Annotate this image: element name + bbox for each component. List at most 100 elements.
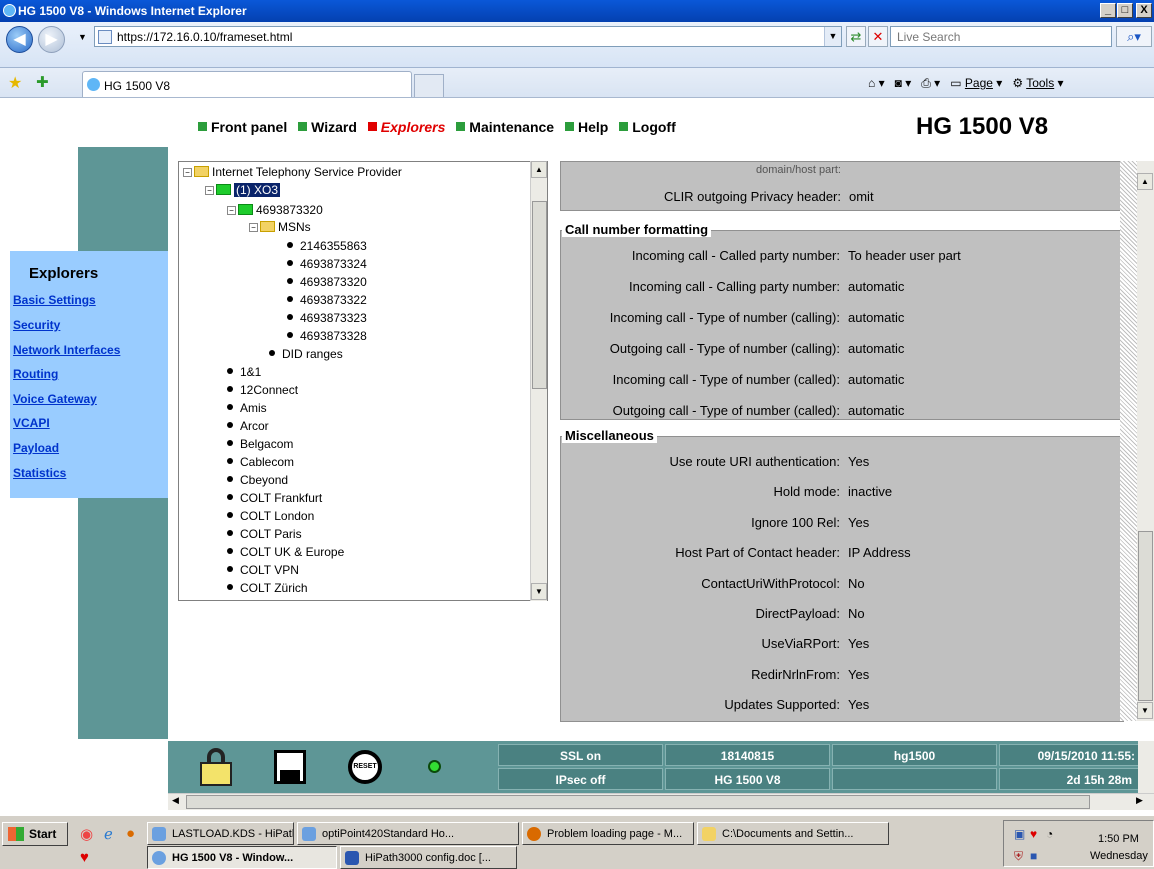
tree-node-provider-item[interactable]: 12Connect xyxy=(227,383,298,397)
tray-volume-icon[interactable]: ◔ xyxy=(1046,827,1053,841)
page-menu[interactable]: ▭ Page ▾ xyxy=(950,76,1002,90)
favorites-star-icon[interactable]: ★ xyxy=(8,73,22,93)
search-input[interactable]: Live Search xyxy=(890,26,1112,47)
tray-network-icon[interactable]: ▣ xyxy=(1014,827,1025,841)
sidebar-link-vcapi[interactable]: VCAPI xyxy=(13,416,50,430)
print-icon[interactable]: ⎙ ▾ xyxy=(921,76,940,90)
tree-node-provider-item[interactable]: Cbeyond xyxy=(227,473,288,487)
tree-node-number[interactable]: −4693873320 xyxy=(227,203,323,217)
tree-node-provider-item[interactable]: 1&1 xyxy=(227,365,261,379)
scroll-up-icon[interactable]: ▲ xyxy=(531,161,547,178)
tree-node-provider-item[interactable]: COLT Zürich xyxy=(227,581,308,595)
minimize-button[interactable]: _ xyxy=(1100,3,1116,18)
taskbar-item-lastload[interactable]: LASTLOAD.KDS - HiPath ... xyxy=(147,822,294,845)
sidebar-link-statistics[interactable]: Statistics xyxy=(13,466,66,480)
scroll-thumb[interactable] xyxy=(532,201,547,389)
taskbar-item-firefox[interactable]: Problem loading page - M... xyxy=(522,822,694,845)
tree-node-msn[interactable]: 4693873328 xyxy=(287,329,367,343)
close-button[interactable]: X xyxy=(1136,3,1152,18)
scroll-down-icon[interactable]: ▼ xyxy=(1137,702,1153,719)
tree-node-msn[interactable]: 4693873322 xyxy=(287,293,367,307)
save-icon[interactable] xyxy=(274,748,306,786)
clir-value: omit xyxy=(849,189,874,204)
taskbar-item-word[interactable]: HiPath3000 config.doc [... xyxy=(340,846,517,869)
ie-quicklaunch-icon[interactable]: ℯ xyxy=(104,825,113,843)
system-tray: ▣ ♥ ◔ ⛨ ■ 1:50 PM Wednesday xyxy=(1003,820,1154,867)
sidebar-link-voice-gateway[interactable]: Voice Gateway xyxy=(13,392,97,406)
tree-node-root[interactable]: − Internet Telephony Service Provider xyxy=(183,165,402,179)
menu-wizard[interactable]: Wizard xyxy=(298,119,357,135)
tree-node-provider[interactable]: − (1) XO3 xyxy=(205,183,281,197)
tools-menu[interactable]: ⚙ Tools ▾ xyxy=(1012,76,1063,90)
taskbar-item-optipoint[interactable]: optiPoint420Standard Ho... xyxy=(297,822,519,845)
taskbar: Start ◉ ℯ ● ♥ LASTLOAD.KDS - HiPath ... … xyxy=(0,815,1154,869)
status-scrollbar[interactable] xyxy=(1138,741,1154,793)
sidebar-link-payload[interactable]: Payload xyxy=(13,441,59,455)
misc-row-value: Yes xyxy=(848,666,870,682)
details-scrollbar[interactable]: ▲ ▼ xyxy=(1137,161,1154,721)
tree-node-provider-item[interactable]: Belgacom xyxy=(227,437,293,451)
menu-front-panel[interactable]: Front panel xyxy=(198,119,287,135)
serial-number: 18140815 xyxy=(665,744,830,766)
maximize-button[interactable]: □ xyxy=(1117,3,1133,18)
new-tab-button[interactable] xyxy=(414,74,444,97)
tree-node-msn[interactable]: 2146355863 xyxy=(287,239,367,253)
menu-maintenance[interactable]: Maintenance xyxy=(456,119,554,135)
start-button[interactable]: Start xyxy=(2,822,68,846)
tree-node-msns[interactable]: − MSNs xyxy=(249,220,311,234)
lock-icon[interactable] xyxy=(200,748,232,786)
firefox-quicklaunch-icon[interactable]: ● xyxy=(126,825,135,842)
menu-logoff[interactable]: Logoff xyxy=(619,119,676,135)
tree-node-provider-item[interactable]: Arcor xyxy=(227,419,269,433)
app-quicklaunch-icon[interactable]: ♥ xyxy=(80,849,89,866)
sidebar-link-security[interactable]: Security xyxy=(13,318,60,332)
stop-button[interactable]: ✕ xyxy=(868,26,888,47)
call-number-row-label: Outgoing call - Type of number (calling)… xyxy=(609,341,840,356)
tree-node-provider-item[interactable]: COLT Paris xyxy=(227,527,302,541)
feeds-icon[interactable]: ◙ ▾ xyxy=(895,76,912,90)
scroll-thumb xyxy=(186,795,1090,809)
sidebar-link-basic-settings[interactable]: Basic Settings xyxy=(13,293,96,307)
menu-help[interactable]: Help xyxy=(564,119,608,135)
refresh-button[interactable]: ⇄ xyxy=(846,26,866,47)
tree-node-did-ranges[interactable]: DID ranges xyxy=(269,347,343,361)
tray-monitor-icon[interactable]: ■ xyxy=(1030,849,1037,863)
tray-app-icon[interactable]: ♥ xyxy=(1030,827,1037,841)
add-favorites-icon[interactable]: ✚ xyxy=(36,73,49,91)
tab-hg1500[interactable]: HG 1500 V8 xyxy=(82,71,412,97)
tree-scrollbar[interactable]: ▲ ▼ xyxy=(530,161,547,601)
scroll-up-icon[interactable]: ▲ xyxy=(1137,173,1153,190)
back-button[interactable]: ◀ xyxy=(6,26,33,53)
history-dropdown-icon[interactable]: ▼ xyxy=(78,32,87,42)
home-icon[interactable]: ⌂ ▾ xyxy=(868,76,885,90)
folder-green-icon xyxy=(216,184,231,195)
tree-node-provider-item[interactable]: COLT UK & Europe xyxy=(227,545,344,559)
tab-label: HG 1500 V8 xyxy=(104,79,171,93)
address-dropdown-icon[interactable]: ▼ xyxy=(824,27,841,46)
tree-node-msn[interactable]: 4693873324 xyxy=(287,257,367,271)
tree-node-provider-item[interactable]: COLT Frankfurt xyxy=(227,491,322,505)
search-button[interactable]: ⌕▾ xyxy=(1116,26,1152,47)
misc-row-value: IP Address xyxy=(848,545,911,561)
tree-node-msn[interactable]: 4693873323 xyxy=(287,311,367,325)
tree-node-msn[interactable]: 4693873320 xyxy=(287,275,367,289)
taskbar-item-explorer[interactable]: C:\Documents and Settin... xyxy=(697,822,889,845)
tree-node-provider-item[interactable]: COLT London xyxy=(227,509,314,523)
datetime: 09/15/2010 11:55: xyxy=(999,744,1139,766)
taskbar-item-ie[interactable]: HG 1500 V8 - Window... xyxy=(147,846,337,869)
clock-time[interactable]: 1:50 PM xyxy=(1098,833,1139,845)
reset-icon[interactable]: RESET xyxy=(348,748,382,786)
address-bar[interactable]: https://172.16.0.10/frameset.html ▼ xyxy=(94,26,842,47)
scroll-thumb[interactable] xyxy=(1138,531,1153,701)
sidebar-link-routing[interactable]: Routing xyxy=(13,367,58,381)
sidebar-link-network-interfaces[interactable]: Network Interfaces xyxy=(13,343,120,357)
forward-button[interactable]: ▶ xyxy=(38,26,65,53)
quicklaunch-icon[interactable]: ◉ xyxy=(80,825,93,843)
tray-shield-icon[interactable]: ⛨ xyxy=(1014,849,1023,864)
menu-explorers[interactable]: Explorers xyxy=(367,119,445,135)
horizontal-scrollbar[interactable]: ◀ ▶ xyxy=(168,793,1154,810)
tree-node-provider-item[interactable]: Cablecom xyxy=(227,455,294,469)
scroll-down-icon[interactable]: ▼ xyxy=(531,583,547,600)
tree-node-provider-item[interactable]: Amis xyxy=(227,401,267,415)
tree-node-provider-item[interactable]: COLT VPN xyxy=(227,563,299,577)
